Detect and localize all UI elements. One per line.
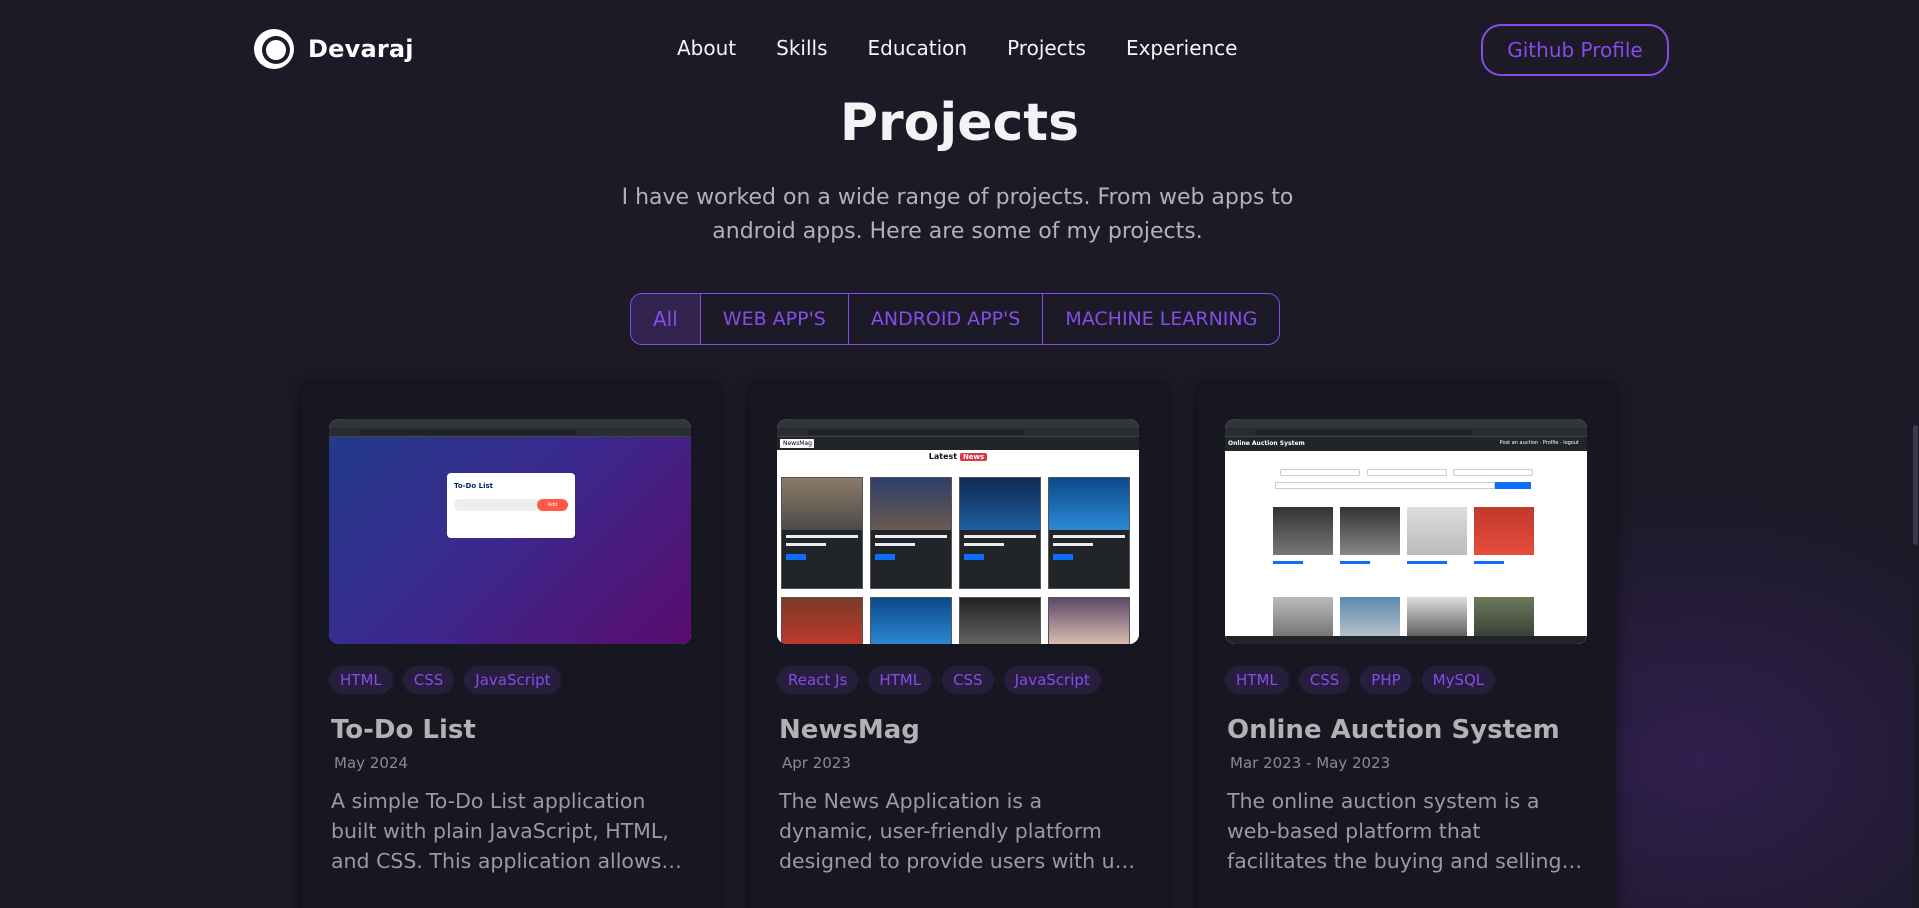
tag-list: React Js HTML CSS JavaScript xyxy=(777,666,1140,694)
tag: JavaScript xyxy=(1003,666,1101,694)
tag-list: HTML CSS JavaScript xyxy=(329,666,692,694)
filter-all[interactable]: All xyxy=(631,294,701,344)
tag: HTML xyxy=(329,666,393,694)
project-title: To-Do List xyxy=(331,715,476,745)
logo-icon xyxy=(252,27,296,71)
project-date: Mar 2023 - May 2023 xyxy=(1230,754,1391,772)
tag: React Js xyxy=(777,666,859,694)
project-date: May 2024 xyxy=(334,754,408,772)
scrollbar-thumb[interactable] xyxy=(1913,425,1918,545)
tag: MySQL xyxy=(1421,666,1496,694)
project-description: The online auction system is a web-based… xyxy=(1227,789,1562,873)
tag: JavaScript xyxy=(464,666,562,694)
nav-link-about[interactable]: About xyxy=(677,36,736,60)
tag: CSS xyxy=(942,666,994,694)
logo[interactable]: Devaraj xyxy=(252,27,414,71)
nav-links: About Skills Education Projects Experien… xyxy=(677,36,1238,60)
project-title: Online Auction System xyxy=(1227,715,1560,745)
todo-box-title: To-Do List xyxy=(454,482,493,490)
project-date: Apr 2023 xyxy=(782,754,851,772)
auction-nav-right: Post an auction · Profile · logout xyxy=(1499,440,1579,446)
tag: CSS xyxy=(1298,666,1351,694)
project-image-auction: Online Auction System Post an auction · … xyxy=(1225,419,1587,644)
nav-link-education[interactable]: Education xyxy=(868,36,968,60)
project-image-newsmag: NewsMag Latest News xyxy=(777,419,1139,644)
navbar: Devaraj About Skills Education Projects … xyxy=(0,0,1919,100)
tag: HTML xyxy=(1225,666,1289,694)
project-image-todo: To-Do List Add xyxy=(329,419,691,644)
tag: PHP xyxy=(1360,666,1412,694)
filter-machine-learning[interactable]: MACHINE LEARNING xyxy=(1043,294,1279,344)
filter-web-apps[interactable]: WEB APP'S xyxy=(701,294,849,344)
news-brand: NewsMag xyxy=(780,439,814,448)
section-description: I have worked on a wide range of project… xyxy=(621,185,1294,244)
tag: HTML xyxy=(868,666,933,694)
github-profile-button[interactable]: Github Profile xyxy=(1481,24,1669,76)
project-description: A simple To-Do List application built wi… xyxy=(331,789,669,873)
project-card-todo[interactable]: To-Do List Add HTML CSS JavaScript To-Do… xyxy=(302,385,719,908)
page-title: Projects xyxy=(839,93,1080,153)
project-description: The News Application is a dynamic, user-… xyxy=(779,789,1136,873)
filter-android-apps[interactable]: ANDROID APP'S xyxy=(849,294,1044,344)
logo-text: Devaraj xyxy=(308,35,414,63)
project-card-auction[interactable]: Online Auction System Post an auction · … xyxy=(1198,385,1615,908)
nav-link-experience[interactable]: Experience xyxy=(1126,36,1238,60)
todo-add-label: Add xyxy=(537,499,568,511)
project-filter-toggle: All WEB APP'S ANDROID APP'S MACHINE LEAR… xyxy=(630,293,1281,345)
auction-brand: Online Auction System xyxy=(1228,440,1305,447)
tag: CSS xyxy=(402,666,455,694)
project-card-newsmag[interactable]: NewsMag Latest News React Js HTML CSS Ja… xyxy=(750,385,1167,908)
nav-link-skills[interactable]: Skills xyxy=(776,36,827,60)
news-heading: Latest News xyxy=(777,452,1139,461)
nav-link-projects[interactable]: Projects xyxy=(1007,36,1086,60)
tag-list: HTML CSS PHP MySQL xyxy=(1225,666,1588,694)
project-title: NewsMag xyxy=(779,715,920,745)
